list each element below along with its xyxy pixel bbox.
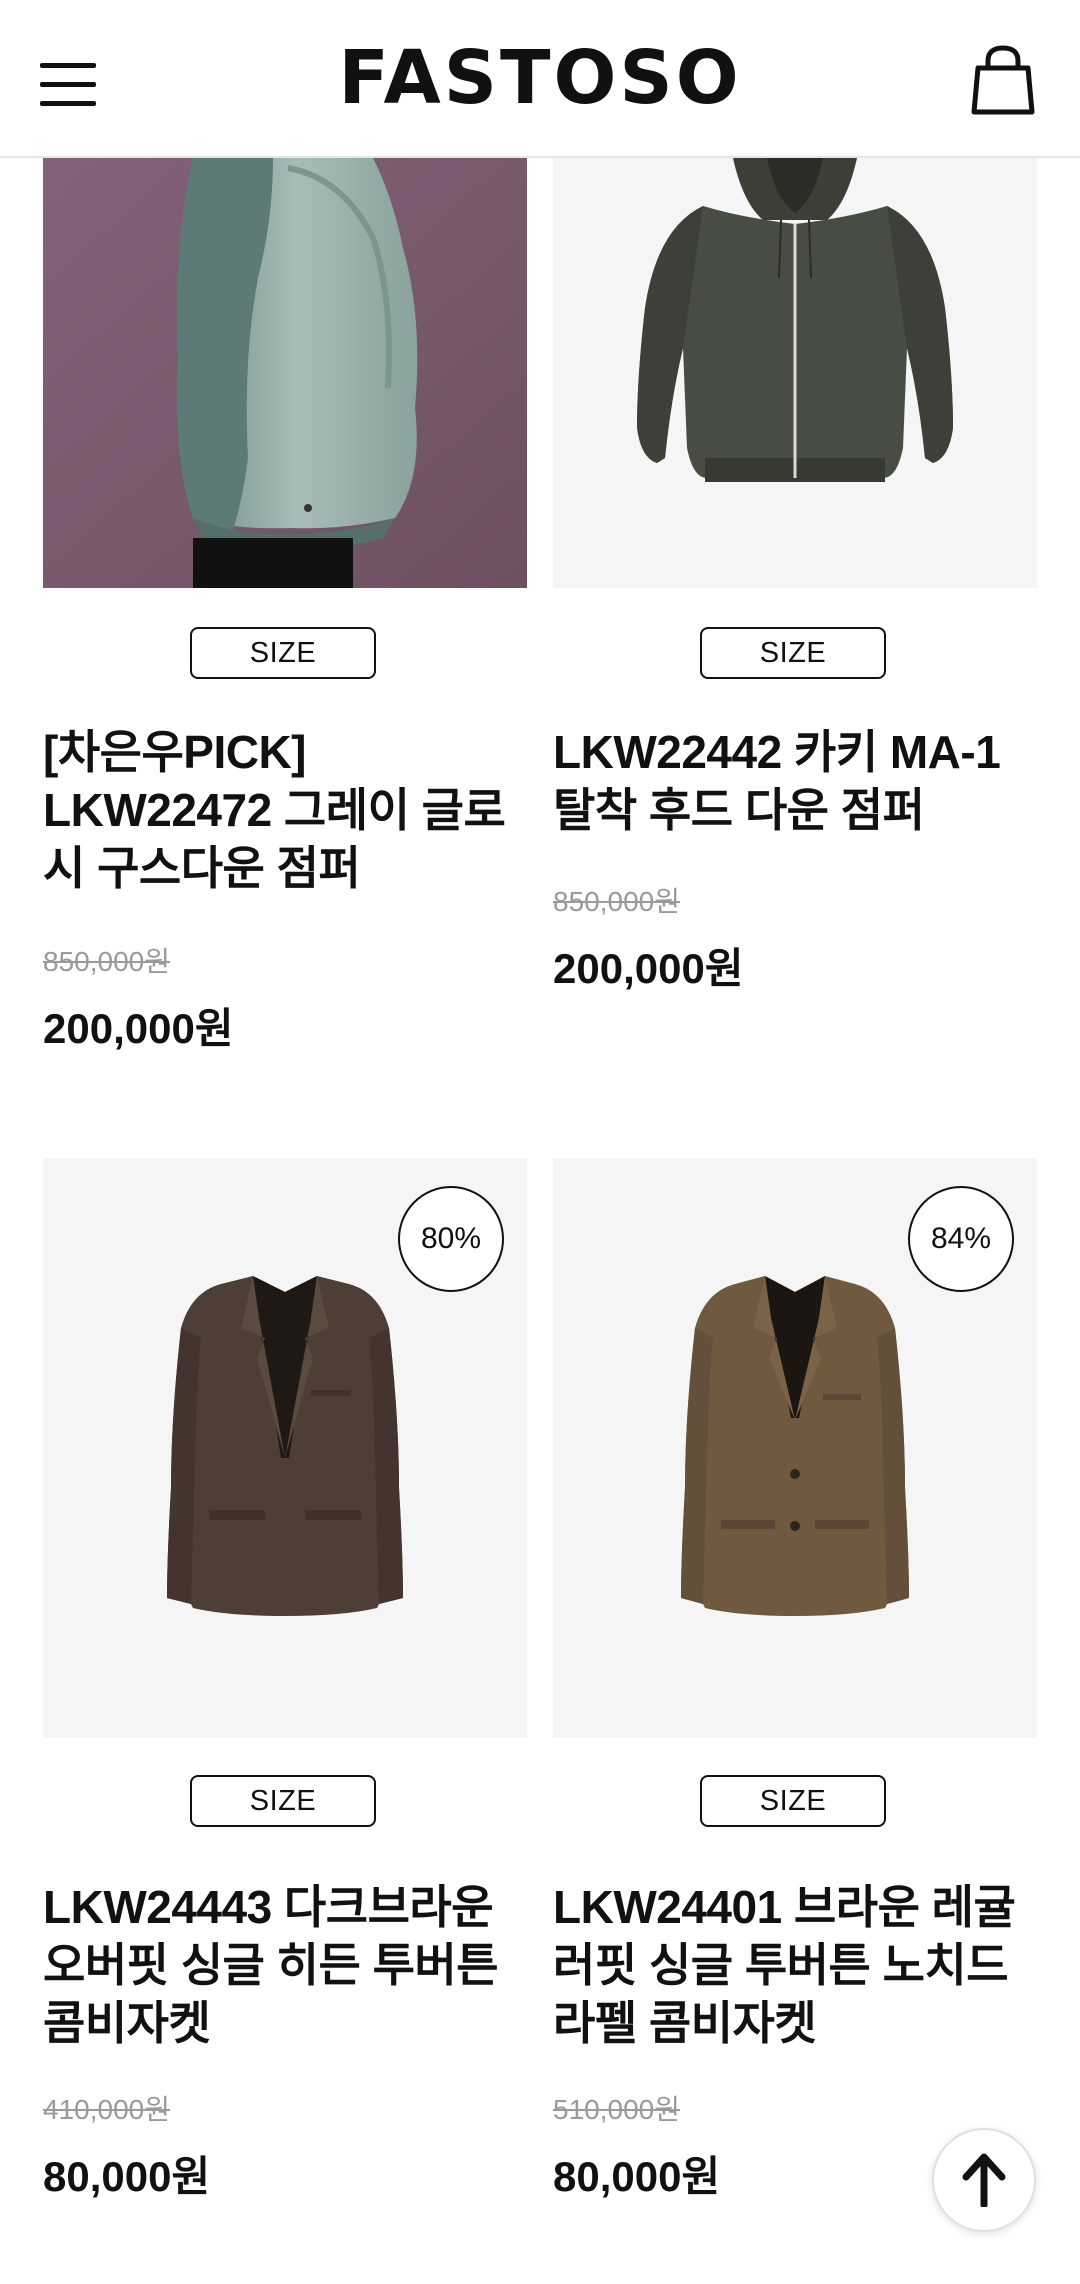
- arrow-up-icon: [962, 2153, 1006, 2207]
- product-title[interactable]: LKW24401 브라운 레귤러핏 싱글 투버튼 노치드 라펠 콤비자켓: [553, 1878, 1037, 2052]
- product-card[interactable]: 80% SIZE LKW24443 다크브라운 오버핏 싱글 히든 투버튼 콤비…: [43, 1158, 527, 2258]
- brand-logo-text: FASTOSO: [338, 35, 742, 121]
- size-button[interactable]: SIZE: [190, 1775, 376, 1827]
- top-header: FASTOSO: [0, 0, 1080, 158]
- original-price: 850,000원: [43, 946, 170, 977]
- menu-line: [40, 82, 96, 87]
- product-card[interactable]: SIZE [차은우PICK] LKW22472 그레이 글로시 구스다운 점퍼 …: [43, 0, 527, 1080]
- product-image[interactable]: [43, 158, 527, 588]
- scroll-to-top-button[interactable]: [932, 2128, 1036, 2232]
- sale-price: 80,000원: [553, 2153, 721, 2200]
- sale-price: 200,000원: [43, 1005, 234, 1052]
- hamburger-menu-icon[interactable]: [40, 60, 98, 108]
- shopping-bag-icon[interactable]: [970, 44, 1036, 116]
- size-button[interactable]: SIZE: [700, 627, 886, 679]
- size-button[interactable]: SIZE: [700, 1775, 886, 1827]
- brand-logo[interactable]: FASTOSO: [295, 38, 785, 118]
- discount-badge: 84%: [908, 1186, 1014, 1292]
- original-price: 510,000원: [553, 2094, 680, 2125]
- discount-badge: 80%: [398, 1186, 504, 1292]
- menu-line: [40, 63, 96, 68]
- product-card[interactable]: SIZE LKW22442 카키 MA-1 탈착 후드 다운 점퍼 850,00…: [553, 0, 1037, 1080]
- product-card[interactable]: 84% SIZE LKW24401 브라운 레귤러핏 싱글 투버튼 노치드 라펠…: [553, 1158, 1037, 2258]
- product-title[interactable]: LKW22442 카키 MA-1 탈착 후드 다운 점퍼: [553, 723, 1037, 839]
- menu-line: [40, 101, 96, 106]
- original-price: 850,000원: [553, 886, 680, 917]
- product-title[interactable]: [차은우PICK] LKW22472 그레이 글로시 구스다운 점퍼: [43, 723, 527, 897]
- product-title[interactable]: LKW24443 다크브라운 오버핏 싱글 히든 투버튼 콤비자켓: [43, 1878, 527, 2052]
- sale-price: 200,000원: [553, 945, 744, 992]
- size-button[interactable]: SIZE: [190, 627, 376, 679]
- sale-price: 80,000원: [43, 2153, 211, 2200]
- original-price: 410,000원: [43, 2094, 170, 2125]
- product-image[interactable]: [553, 158, 1037, 588]
